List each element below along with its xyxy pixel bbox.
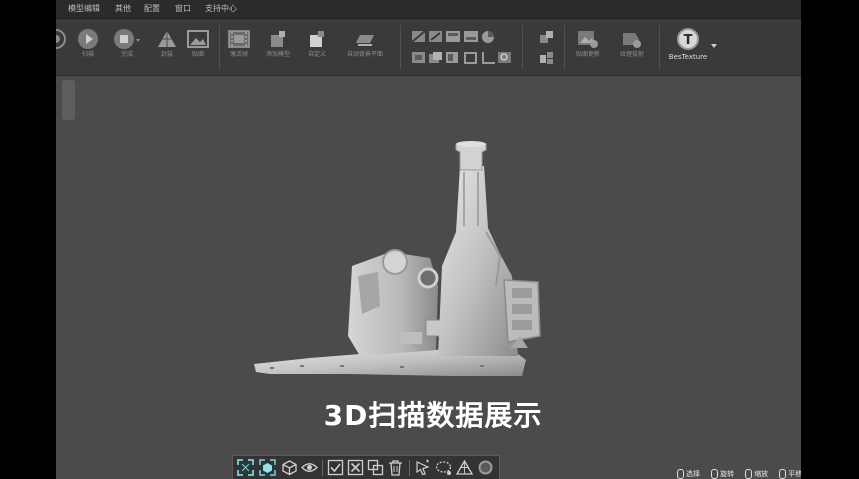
menu-item-model-edit[interactable]: 模型编辑 (68, 3, 100, 15)
section-view-icon[interactable] (412, 31, 426, 43)
auto-background-plane-label: 自动背景平面 (346, 51, 383, 58)
point-display-icon[interactable] (477, 459, 494, 476)
menu-item-support[interactable]: 支持中心 (205, 3, 237, 15)
encapsulate-label: 封装 (160, 51, 173, 58)
delete-icon[interactable] (387, 459, 404, 476)
layer-icon[interactable] (412, 52, 426, 64)
bestexture-label: BesTexture (668, 53, 708, 61)
iso-view-icon[interactable] (259, 459, 276, 476)
target-icon (56, 29, 66, 49)
merge-icon[interactable] (540, 52, 554, 64)
fit-view-icon[interactable] (237, 459, 254, 476)
mouse-left-icon (677, 469, 684, 479)
frame-layer-icon[interactable] (464, 52, 478, 64)
menu-item-other[interactable]: 其他 (115, 3, 131, 15)
activate-frame-label: 激活帧 (229, 51, 248, 58)
finish-label: 完成 (120, 51, 133, 58)
film-frame-icon (228, 30, 250, 48)
menu-item-window[interactable]: 窗口 (175, 3, 191, 15)
chevron-down-icon[interactable] (711, 44, 717, 48)
finish-button[interactable]: 完成 (112, 25, 142, 71)
app-window: 模型编辑 其他 配置 窗口 支持中心 扫描 完成 封装 贴图 激活帧 添加模型 … (56, 0, 801, 479)
ribbon-separator (219, 25, 220, 69)
menu-item-config[interactable]: 配置 (144, 3, 160, 15)
scanned-model[interactable] (250, 136, 550, 380)
mesh-triangle-icon[interactable] (456, 459, 473, 476)
ribbon-separator (522, 25, 523, 69)
texture-update-icon (578, 31, 598, 48)
eye-visibility-icon[interactable] (301, 459, 318, 476)
hint-pan-label: 平移 (788, 470, 801, 478)
axis-icon[interactable] (482, 52, 496, 64)
panel-list-icon[interactable] (464, 31, 478, 43)
scan-label: 扫描 (81, 51, 94, 58)
deselect-icon[interactable] (347, 459, 364, 476)
hint-rotate: 旋转 (711, 469, 734, 479)
hint-select-label: 选择 (686, 470, 700, 478)
scan-button[interactable]: 扫描 (74, 25, 102, 71)
play-icon (78, 29, 98, 49)
panel-view-icon[interactable] (446, 31, 460, 43)
auto-background-plane-button[interactable]: 自动背景平面 (338, 25, 392, 71)
custom-button[interactable]: 自定义 (302, 25, 332, 71)
ribbon-toolbar: 扫描 完成 封装 贴图 激活帧 添加模型 自定义 自动背景平面 贴图更新 纹理投… (56, 19, 801, 76)
toolbar-separator (322, 460, 323, 476)
cube-add-icon (271, 31, 285, 47)
bestexture-button[interactable]: T BesTexture (666, 25, 710, 71)
ellipse-select-icon[interactable] (435, 459, 452, 476)
ribbon-separator (564, 25, 565, 69)
mesh-triangle-icon (158, 31, 176, 47)
texture-project-label: 纹理投射 (619, 51, 644, 58)
section-view-alt-icon[interactable] (429, 31, 443, 43)
hint-rotate-label: 旋转 (720, 470, 735, 478)
add-model-label: 添加模型 (265, 51, 290, 58)
mouse-wheel-icon (745, 469, 753, 479)
stop-icon (114, 29, 140, 49)
texture-update-button[interactable]: 贴图更新 (570, 25, 606, 71)
hint-zoom: 缩放 (745, 469, 768, 479)
select-all-icon[interactable] (327, 459, 344, 476)
texture-button[interactable]: 贴图 (184, 25, 212, 71)
hint-zoom-label: 缩放 (754, 470, 769, 478)
svg-text:T: T (684, 33, 693, 48)
invert-selection-icon[interactable] (367, 459, 384, 476)
zoom-region-icon[interactable] (498, 52, 512, 64)
add-model-button[interactable]: 添加模型 (260, 25, 296, 71)
pie-view-icon[interactable] (482, 31, 496, 43)
hint-select: 选择 (677, 469, 700, 479)
encapsulate-button[interactable]: 封装 (154, 25, 180, 71)
viewport-scroll-handle[interactable] (62, 80, 75, 120)
bottom-toolbar (232, 455, 500, 479)
mouse-middle-icon (779, 469, 787, 479)
texture-label: 贴图 (191, 51, 204, 58)
menu-bar: 模型编辑 其他 配置 窗口 支持中心 (56, 0, 801, 19)
toolbar-separator (409, 460, 410, 476)
lasso-select-icon[interactable] (414, 459, 431, 476)
image-icon (187, 30, 209, 48)
texture-project-button[interactable]: 纹理投射 (612, 25, 652, 71)
align-icon[interactable] (540, 31, 554, 43)
3d-viewport[interactable]: 3D扫描数据展示 (56, 76, 801, 456)
bestexture-logo-icon: T (677, 28, 699, 50)
hint-pan: 平移 (779, 469, 801, 479)
texture-project-icon (623, 33, 641, 48)
copy-layer-icon[interactable] (429, 52, 443, 64)
ribbon-separator (659, 25, 660, 69)
custom-label: 自定义 (307, 51, 326, 58)
ribbon-separator (400, 25, 401, 69)
mouse-hints: 选择 旋转 缩放 平移 (677, 461, 801, 479)
activate-frame-button[interactable]: 激活帧 (224, 25, 254, 71)
background-plane-icon (356, 35, 374, 46)
stack-layer-icon[interactable] (446, 52, 460, 64)
caption-text: 3D扫描数据展示 (323, 399, 543, 432)
cube-custom-icon (310, 31, 324, 47)
texture-update-label: 贴图更新 (575, 51, 600, 58)
wireframe-cube-icon[interactable] (281, 459, 298, 476)
mouse-right-icon (711, 469, 719, 479)
target-button[interactable] (56, 25, 66, 71)
